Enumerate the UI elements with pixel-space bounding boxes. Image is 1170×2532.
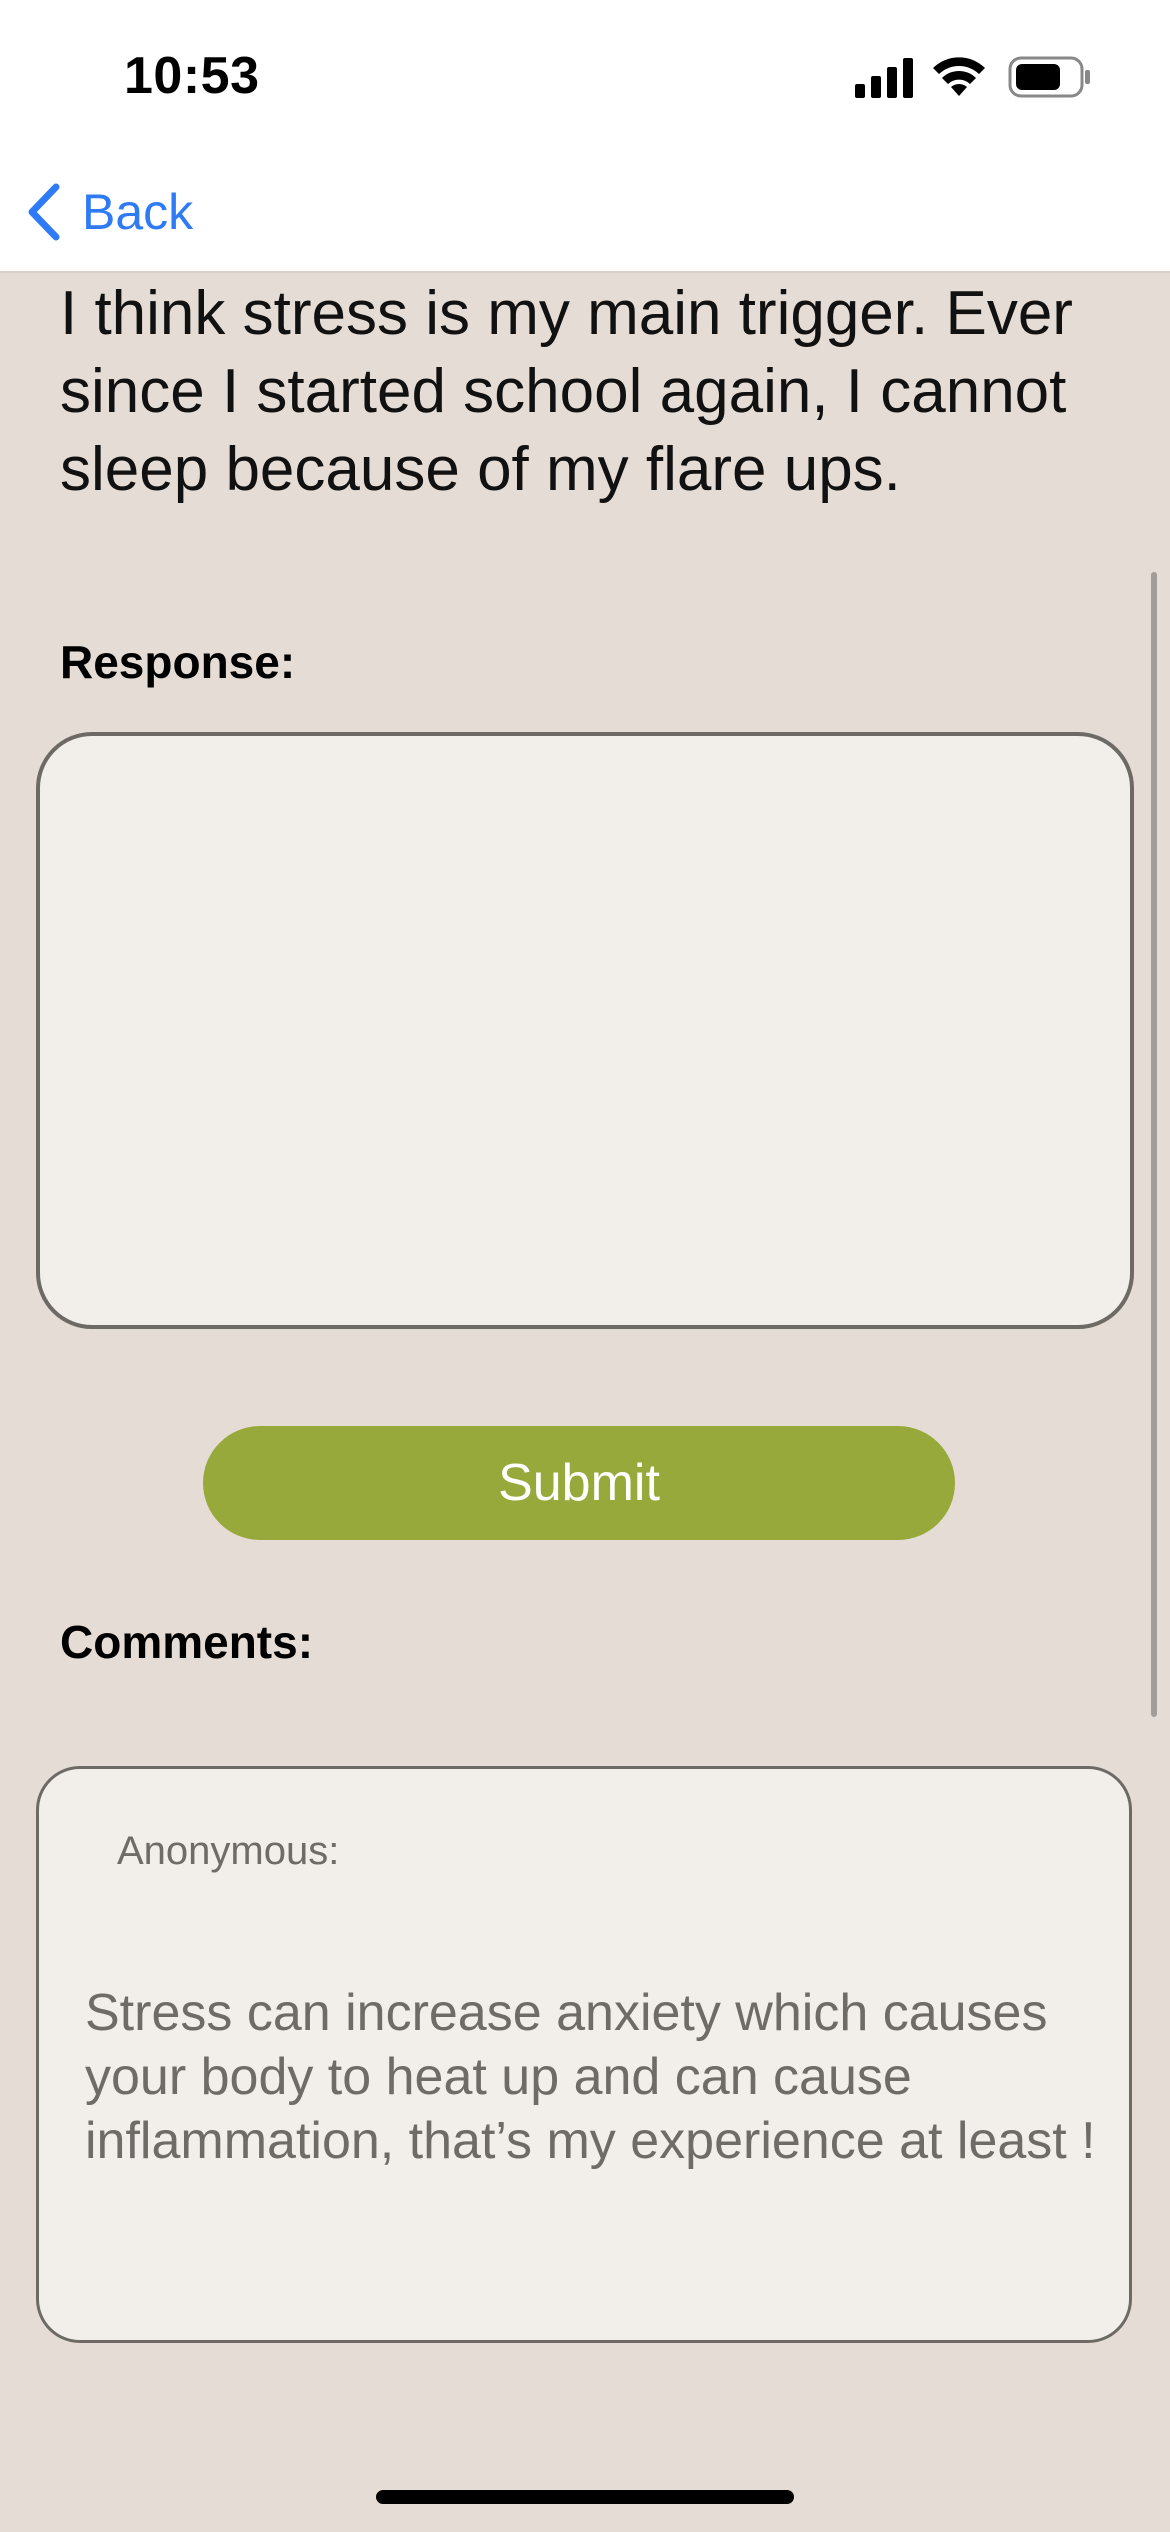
comment-card: Anonymous: Stress can increase anxiety w…: [36, 1766, 1132, 2343]
submit-button[interactable]: Submit: [203, 1426, 955, 1540]
response-input[interactable]: [36, 732, 1134, 1329]
scroll-content[interactable]: I think stress is my main trigger. Ever …: [0, 275, 1170, 2532]
comment-body: Stress can increase anxiety which causes…: [85, 1984, 1096, 2170]
signal-icon: [855, 58, 913, 98]
wifi-icon: [933, 57, 985, 96]
back-button[interactable]: Back: [24, 172, 193, 252]
home-indicator[interactable]: [376, 2490, 794, 2504]
comment-author: Anonymous:: [117, 1829, 340, 1873]
battery-icon: [1008, 56, 1090, 98]
back-label: Back: [82, 184, 194, 240]
status-time: 10:53: [124, 47, 260, 105]
back-chevron-icon: [28, 183, 60, 241]
post-text: I think stress is my main trigger. Ever …: [60, 279, 1073, 504]
comments-label: Comments:: [60, 1616, 314, 1668]
response-label: Response:: [60, 636, 296, 688]
scroll-indicator[interactable]: [1151, 572, 1157, 1717]
navigation-bar: Back: [0, 150, 1170, 273]
status-bar: 10:53: [0, 0, 1170, 150]
